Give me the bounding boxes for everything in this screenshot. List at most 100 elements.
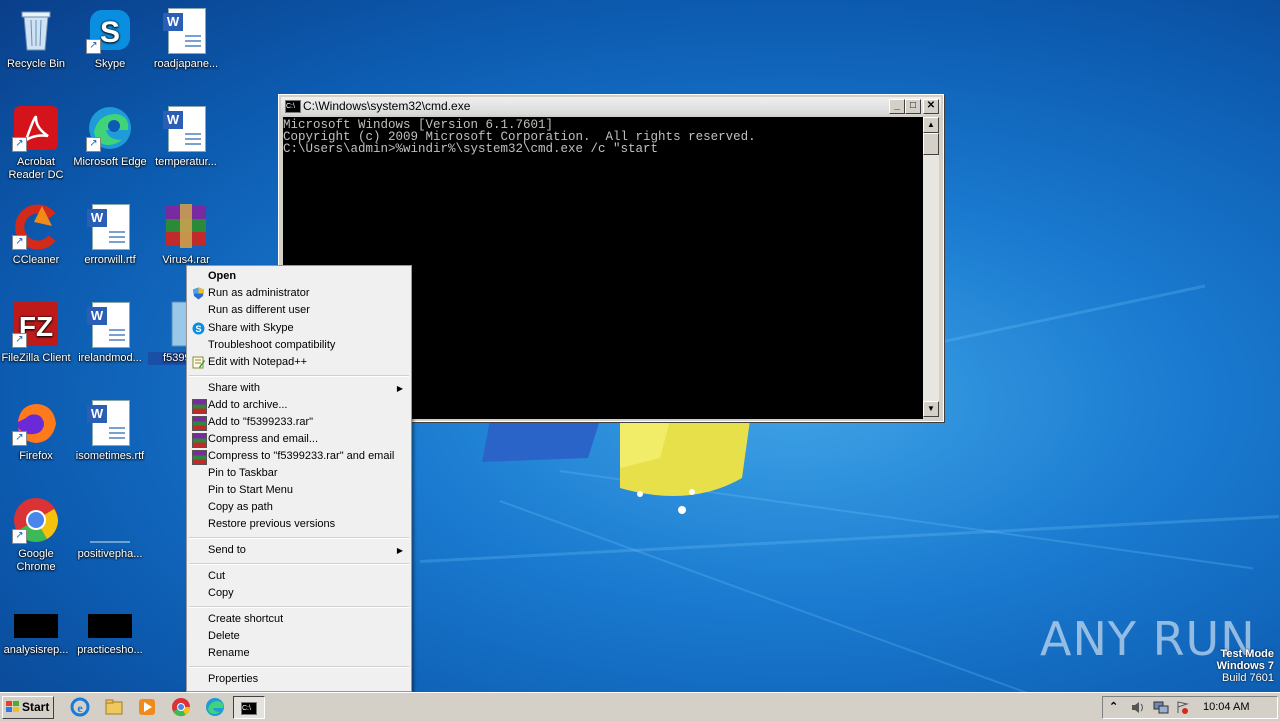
- desktop-icon-acrobat[interactable]: ↗ Acrobat Reader DC: [0, 104, 74, 182]
- menu-item-cut[interactable]: Cut: [189, 568, 409, 585]
- menu-item-rename[interactable]: Rename: [189, 645, 409, 662]
- shortcut-arrow-icon: ↗: [12, 137, 27, 152]
- menu-separator: [189, 666, 409, 668]
- desktop-icon-label: CCleaner: [12, 254, 60, 266]
- desktop-icon-label: errorwill.rtf: [84, 254, 136, 266]
- watermark-line: Windows 7: [1216, 660, 1274, 672]
- clock[interactable]: 10:04 AM: [1203, 697, 1249, 718]
- menu-item-troubleshoot[interactable]: Troubleshoot compatibility: [189, 337, 409, 354]
- menu-item-compress-email[interactable]: Compress and email...: [189, 431, 409, 448]
- volume-icon[interactable]: [1131, 701, 1145, 714]
- notepad-icon: [192, 356, 205, 369]
- menu-separator: [189, 375, 409, 377]
- system-tray: ⌃ 10:04 AM: [1102, 696, 1278, 719]
- menu-item-add-to-rar[interactable]: Add to "f5399233.rar": [189, 414, 409, 431]
- menu-item-label: Troubleshoot compatibility: [208, 339, 336, 351]
- desktop-icon-edge[interactable]: ↗ Microsoft Edge: [72, 104, 148, 169]
- scroll-thumb[interactable]: [923, 133, 939, 155]
- windows-flag-icon: [6, 701, 19, 712]
- skype-icon: S ↗: [86, 6, 134, 54]
- shortcut-arrow-icon: ↗: [12, 235, 27, 250]
- word-document-icon: W: [86, 300, 134, 348]
- cmd-titlebar[interactable]: C:\ C:\Windows\system32\cmd.exe _ □ ✕: [281, 97, 941, 115]
- desktop-icon-label: Firefox: [19, 450, 53, 462]
- menu-item-edit-notepadpp[interactable]: Edit with Notepad++: [189, 354, 409, 371]
- desktop-icon-label: FileZilla Client: [1, 352, 71, 364]
- desktop-icon-label: roadjapane...: [153, 58, 219, 70]
- desktop-icon-isometimes[interactable]: W isometimes.rtf: [72, 398, 148, 463]
- desktop-icon-label: irelandmod...: [78, 352, 142, 364]
- desktop-icon-practicesho[interactable]: practicesho...: [72, 604, 148, 657]
- desktop-icon-chrome[interactable]: ↗ Google Chrome: [0, 496, 74, 574]
- menu-item-label: Send to: [208, 544, 246, 556]
- menu-item-compress-rar-email[interactable]: Compress to "f5399233.rar" and email: [189, 448, 409, 465]
- explorer-icon[interactable]: [104, 697, 124, 717]
- network-icon[interactable]: [1153, 701, 1169, 714]
- desktop-icon-skype[interactable]: S ↗ Skype: [72, 6, 148, 71]
- menu-separator: [189, 606, 409, 608]
- menu-item-open[interactable]: Open: [189, 268, 409, 285]
- shortcut-arrow-icon: ↗: [86, 137, 101, 152]
- menu-item-restore-versions[interactable]: Restore previous versions: [189, 516, 409, 533]
- desktop-icon-analysisrep[interactable]: analysisrep...: [0, 604, 74, 657]
- test-mode-watermark: Test Mode Windows 7 Build 7601: [1217, 648, 1274, 684]
- menu-item-copy-as-path[interactable]: Copy as path: [189, 499, 409, 516]
- ie-icon[interactable]: e: [70, 697, 90, 717]
- menu-item-label: Compress to "f5399233.rar" and email: [208, 450, 395, 462]
- winrar-icon: [192, 433, 207, 448]
- scroll-up-button[interactable]: ▲: [923, 117, 939, 133]
- svg-text:S: S: [195, 324, 201, 334]
- desktop-icon-firefox[interactable]: ↗ Firefox: [0, 398, 74, 463]
- console-line: C:\Users\admin>%windir%\system32\cmd.exe…: [283, 142, 659, 156]
- menu-item-label: Add to archive...: [208, 399, 288, 411]
- edge-icon[interactable]: [205, 697, 225, 717]
- desktop-icon-irelandmod[interactable]: W irelandmod...: [72, 300, 148, 365]
- menu-item-pin-taskbar[interactable]: Pin to Taskbar: [189, 465, 409, 482]
- desktop: Recycle Bin S ↗ Skype W roadjapane... ↗ …: [0, 0, 1280, 692]
- menu-item-add-to-archive[interactable]: Add to archive...: [189, 397, 409, 414]
- menu-item-run-as-different-user[interactable]: Run as different user: [189, 302, 409, 319]
- menu-item-create-shortcut[interactable]: Create shortcut: [189, 611, 409, 628]
- desktop-icon-virus4-rar[interactable]: Virus4.rar: [148, 202, 224, 267]
- start-button[interactable]: Start: [2, 696, 54, 719]
- chrome-icon[interactable]: [171, 697, 191, 717]
- desktop-icon-temperatur[interactable]: W temperatur...: [148, 104, 224, 169]
- menu-item-delete[interactable]: Delete: [189, 628, 409, 645]
- desktop-icon-label: Microsoft Edge: [73, 156, 147, 168]
- window-title: C:\Windows\system32\cmd.exe: [303, 99, 471, 113]
- menu-item-pin-start-menu[interactable]: Pin to Start Menu: [189, 482, 409, 499]
- shortcut-arrow-icon: ↗: [12, 431, 27, 446]
- desktop-icon-label: analysisrep...: [3, 644, 69, 656]
- desktop-icon-errorwill[interactable]: W errorwill.rtf: [72, 202, 148, 267]
- cmd-taskbar-button[interactable]: C:\: [233, 696, 265, 719]
- scroll-down-button[interactable]: ▼: [923, 401, 939, 417]
- ccleaner-icon: ↗: [12, 202, 60, 250]
- menu-item-label: Share with: [208, 382, 260, 394]
- menu-item-label: Delete: [208, 630, 240, 642]
- desktop-icon-roadjapane[interactable]: W roadjapane...: [148, 6, 224, 71]
- show-hidden-icons-button[interactable]: ⌃: [1109, 697, 1118, 718]
- maximize-button[interactable]: □: [905, 99, 921, 114]
- menu-item-send-to[interactable]: Send to ▶: [189, 542, 409, 559]
- desktop-icon-ccleaner[interactable]: ↗ CCleaner: [0, 202, 74, 267]
- vertical-scrollbar[interactable]: ▲ ▼: [923, 117, 939, 417]
- shortcut-arrow-icon: ↗: [12, 333, 27, 348]
- desktop-icon-positivepha[interactable]: positivepha...: [72, 496, 148, 561]
- menu-item-label: Pin to Taskbar: [208, 467, 278, 479]
- menu-item-run-as-admin[interactable]: Run as administrator: [189, 285, 409, 302]
- desktop-icon-recycle-bin[interactable]: Recycle Bin: [0, 6, 74, 71]
- menu-item-copy[interactable]: Copy: [189, 585, 409, 602]
- menu-item-properties[interactable]: Properties: [189, 671, 409, 688]
- media-player-icon[interactable]: [137, 697, 157, 717]
- action-center-icon[interactable]: [1175, 701, 1189, 714]
- minimize-button[interactable]: _: [889, 99, 905, 114]
- menu-item-label: Rename: [208, 647, 250, 659]
- menu-item-label: Run as administrator: [208, 287, 310, 299]
- close-button[interactable]: ✕: [923, 99, 939, 114]
- menu-item-share-with-skype[interactable]: S Share with Skype: [189, 320, 409, 337]
- desktop-icon-filezilla[interactable]: FZ ↗ FileZilla Client: [0, 300, 74, 365]
- winrar-archive-icon: [162, 202, 210, 250]
- word-document-icon: W: [162, 6, 210, 54]
- file-thumbnail-icon: [86, 604, 134, 640]
- menu-item-share-with[interactable]: Share with ▶: [189, 380, 409, 397]
